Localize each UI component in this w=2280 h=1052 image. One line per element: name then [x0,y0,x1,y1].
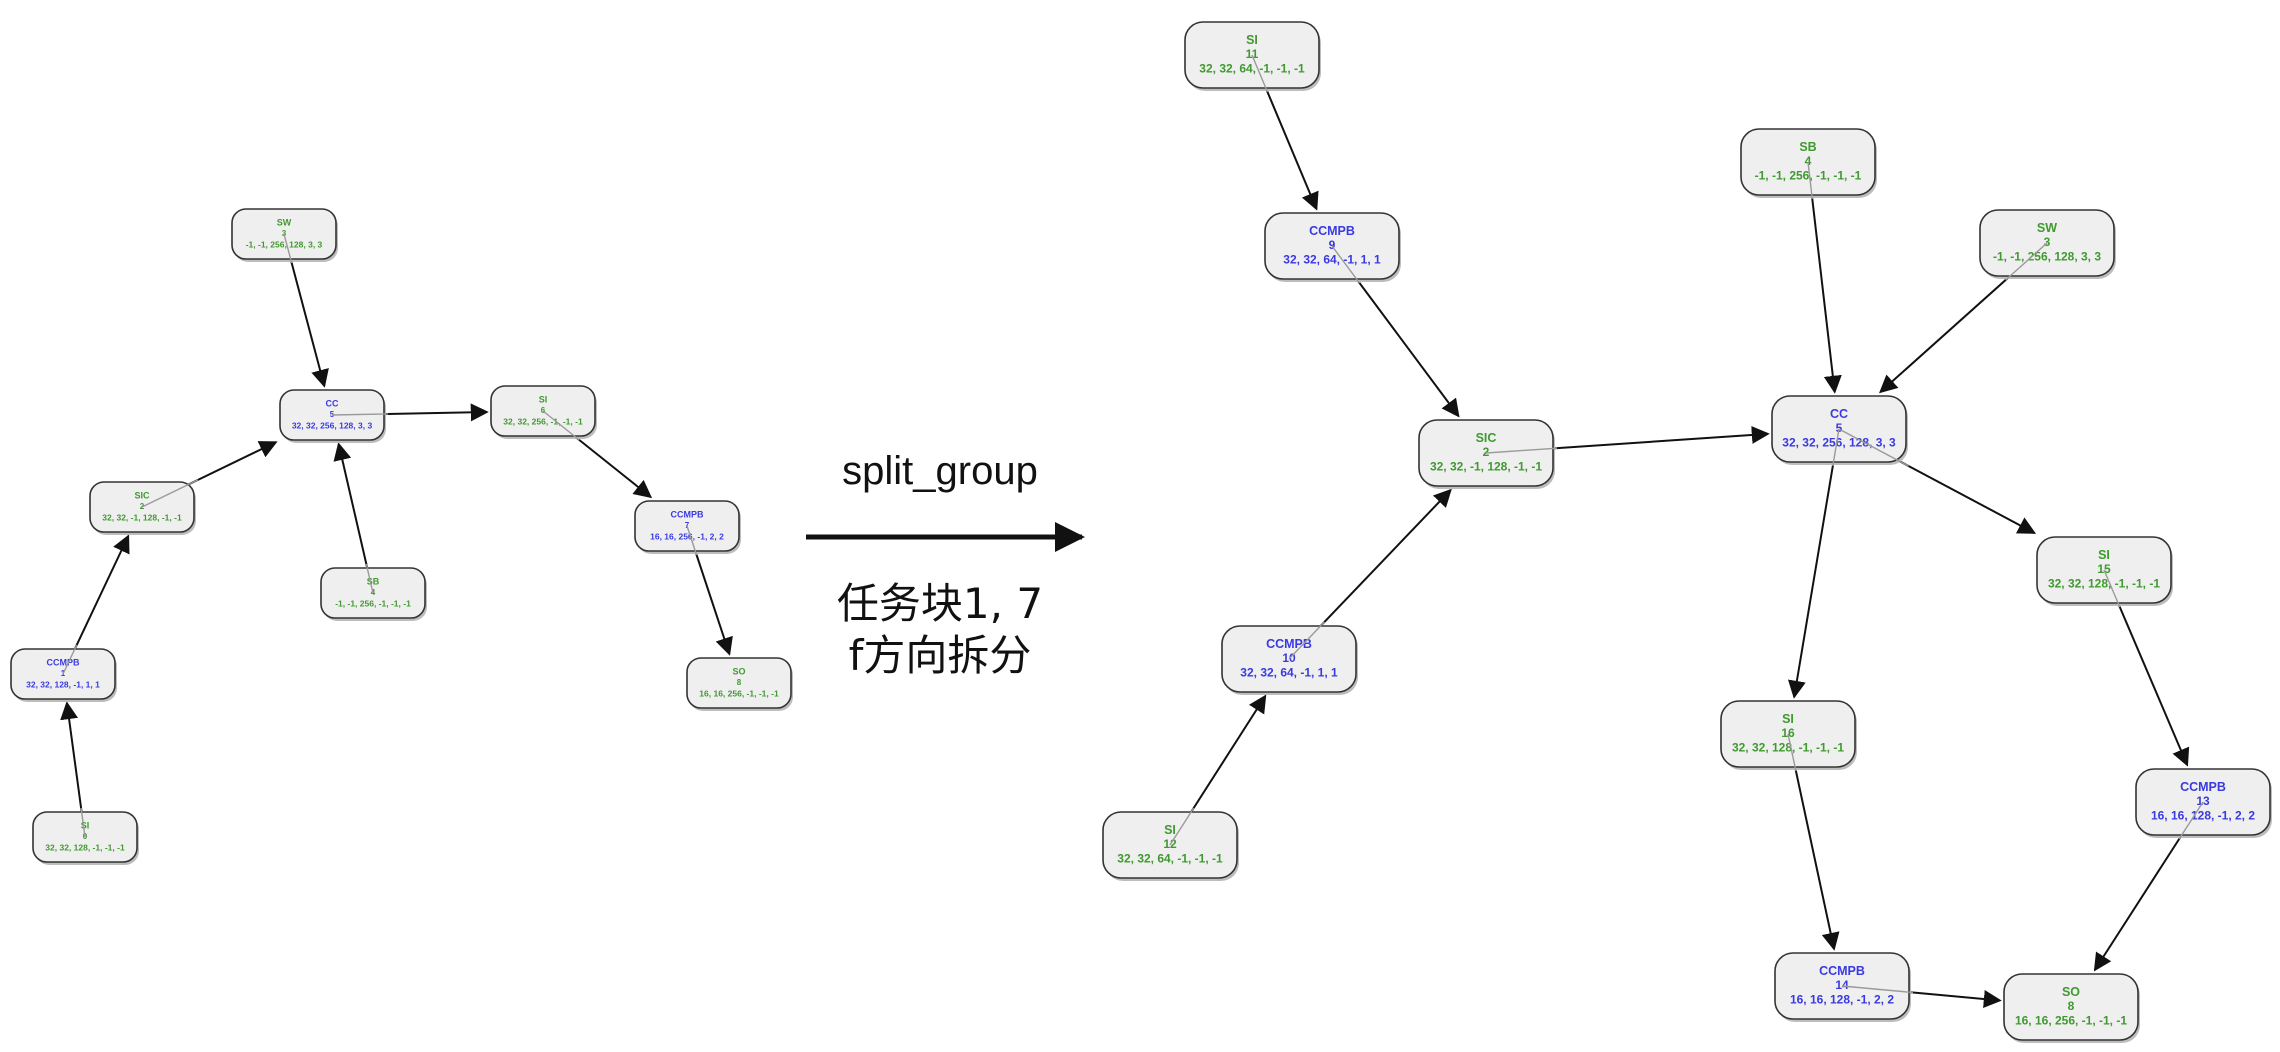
node-id-label: 11 [1246,47,1259,61]
node-type-label: SW [277,217,292,227]
edge-a5-to-a16 [1787,428,1840,699]
node-id-label: 15 [2097,562,2111,576]
node-id-label: 5 [1836,421,1843,435]
node-si-0[interactable]: SI032, 32, 128, -1, -1, -1 [32,811,139,865]
node-params-label: 32, 32, 256, 128, 3, 3 [1782,436,1896,450]
after-nodes: SI1132, 32, 64, -1, -1, -1SB4-1, -1, 256… [1102,21,2272,1043]
node-type-label: CCMPB [2180,780,2226,794]
node-params-label: 32, 32, 256, -1, -1, -1 [503,416,583,426]
node-id-label: 3 [2044,235,2051,249]
node-params-label: 16, 16, 256, -1, 2, 2 [650,531,724,541]
node-id-label: 8 [2068,999,2075,1013]
transform-arrow: split_group 任务块1, 7 f方向拆分 [806,449,1085,680]
node-ccmpb-10[interactable]: CCMPB1032, 32, 64, -1, 1, 1 [1221,625,1358,695]
node-so-8[interactable]: SO816, 16, 256, -1, -1, -1 [2003,973,2140,1043]
node-type-label: CCMPB [1819,964,1865,978]
node-params-label: 32, 32, 64, -1, 1, 1 [1283,253,1381,267]
node-params-label: 32, 32, 128, -1, -1, -1 [45,842,125,852]
node-params-label: -1, -1, 256, 128, 3, 3 [246,239,323,249]
node-params-label: 16, 16, 128, -1, 2, 2 [1790,993,1894,1007]
node-type-label: CC [326,398,339,408]
node-id-label: 14 [1835,978,1849,992]
node-type-label: SO [732,666,745,676]
node-ccmpb-1[interactable]: CCMPB132, 32, 128, -1, 1, 1 [10,648,117,702]
node-type-label: CCMPB [1309,224,1355,238]
node-type-label: SI [1246,33,1258,47]
node-type-label: SI [81,820,90,830]
node-type-label: CC [1830,407,1848,421]
node-params-label: 16, 16, 256, -1, -1, -1 [699,688,779,698]
node-si-12[interactable]: SI1232, 32, 64, -1, -1, -1 [1102,811,1239,881]
node-params-label: 32, 32, -1, 128, -1, -1 [1430,460,1542,474]
node-sic-2[interactable]: SIC232, 32, -1, 128, -1, -1 [89,481,196,535]
node-type-label: SW [2037,221,2057,235]
node-type-label: SB [1799,140,1816,154]
node-sw-3[interactable]: SW3-1, -1, 256, 128, 3, 3 [1979,209,2116,279]
after-edges [1169,54,2204,1008]
node-params-label: 32, 32, 256, 128, 3, 3 [292,420,373,430]
node-params-label: 32, 32, 64, -1, -1, -1 [1117,852,1223,866]
node-id-label: 13 [2196,794,2210,808]
before-graph: SW3-1, -1, 256, 128, 3, 3CC532, 32, 256,… [10,208,793,865]
node-params-label: 32, 32, 128, -1, -1, -1 [2048,577,2160,591]
after-graph: SI1132, 32, 64, -1, -1, -1SB4-1, -1, 256… [1102,21,2272,1043]
node-params-label: 16, 16, 128, -1, 2, 2 [2151,809,2255,823]
node-type-label: SIC [134,490,150,500]
node-params-label: -1, -1, 256, 128, 3, 3 [1993,250,2101,264]
graph-canvas: SW3-1, -1, 256, 128, 3, 3CC532, 32, 256,… [10,21,2272,1043]
node-params-label: -1, -1, 256, -1, -1, -1 [335,598,411,608]
operation-label: split_group [842,449,1038,493]
node-params-label: 32, 32, 128, -1, -1, -1 [1732,741,1844,755]
split-note-line-1: 任务块1, 7 [837,579,1043,628]
node-type-label: SI [539,394,548,404]
node-id-label: 8 [737,678,742,687]
node-params-label: 32, 32, -1, 128, -1, -1 [102,512,182,522]
node-params-label: 16, 16, 256, -1, -1, -1 [2015,1014,2127,1028]
node-type-label: CCMPB [47,657,80,667]
node-type-label: CCMPB [671,509,704,519]
node-type-label: SO [2062,985,2080,999]
node-type-label: CCMPB [1266,637,1312,651]
node-type-label: SB [367,576,380,586]
node-type-label: SI [2098,548,2110,562]
node-cc-5[interactable]: CC532, 32, 256, 128, 3, 3 [279,389,386,443]
node-id-label: 6 [541,406,546,415]
node-type-label: SI [1164,823,1176,837]
node-params-label: 32, 32, 128, -1, 1, 1 [26,679,100,689]
node-ccmpb-14[interactable]: CCMPB1416, 16, 128, -1, 2, 2 [1774,952,1911,1022]
node-type-label: SIC [1476,431,1497,445]
node-params-label: -1, -1, 256, -1, -1, -1 [1755,169,1862,183]
node-sic-2[interactable]: SIC232, 32, -1, 128, -1, -1 [1418,419,1555,489]
before-edges [60,233,733,838]
node-ccmpb-13[interactable]: CCMPB1316, 16, 128, -1, 2, 2 [2135,768,2272,838]
split-note-line-2: f方向拆分 [849,631,1032,680]
node-type-label: SI [1782,712,1794,726]
node-sb-4[interactable]: SB4-1, -1, 256, -1, -1, -1 [1740,128,1877,198]
node-sb-4[interactable]: SB4-1, -1, 256, -1, -1, -1 [320,567,427,621]
node-so-8[interactable]: SO 816, 16, 256, -1, -1, -1 [686,657,793,711]
node-params-label: 32, 32, 64, -1, -1, -1 [1199,62,1305,76]
node-params-label: 32, 32, 64, -1, 1, 1 [1240,666,1338,680]
